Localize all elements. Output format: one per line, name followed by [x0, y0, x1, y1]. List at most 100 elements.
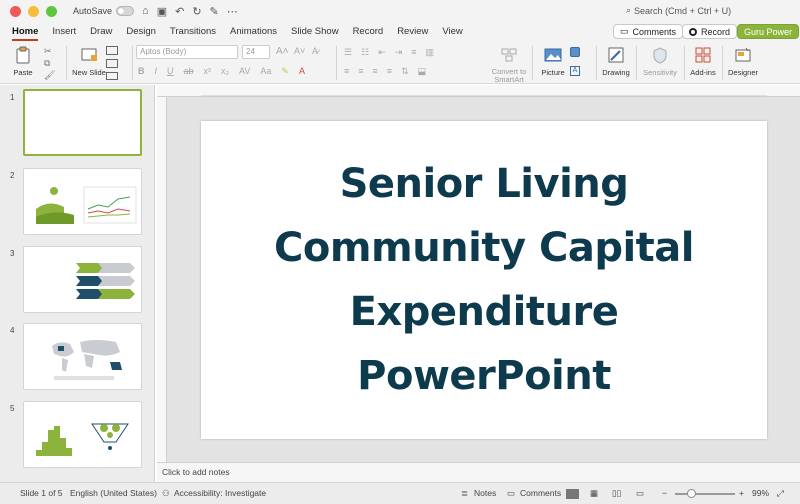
- zoom-slider-handle[interactable]: [687, 489, 696, 498]
- section-icon[interactable]: [106, 72, 118, 80]
- clipboard-icon: [16, 46, 30, 64]
- guru-power-button[interactable]: Guru Power: [737, 24, 800, 39]
- tab-home[interactable]: Home: [12, 22, 39, 42]
- slide-thumbnail-4[interactable]: [23, 323, 142, 390]
- guru-power-label: Guru Power: [744, 26, 793, 37]
- autosave-toggle[interactable]: [116, 6, 135, 16]
- paragraph-row-top: ☰ ☷ ⇤ ⇥ ≡ ▥: [344, 47, 434, 58]
- home-icon[interactable]: ⌂: [142, 5, 149, 18]
- align-text-icon[interactable]: ⬓: [418, 66, 427, 77]
- strikethrough-icon[interactable]: ab: [184, 66, 194, 77]
- highlight-icon[interactable]: ✎: [281, 66, 289, 77]
- tab-slide-show[interactable]: Slide Show: [291, 22, 339, 42]
- superscript-icon[interactable]: x²: [204, 66, 212, 77]
- justify-icon[interactable]: ≡: [387, 66, 392, 77]
- clear-format-icon[interactable]: A̷: [312, 46, 318, 56]
- normal-view-button[interactable]: [566, 489, 579, 499]
- paste-label: Paste: [13, 68, 33, 77]
- change-case-icon[interactable]: Aa: [260, 66, 271, 77]
- columns-icon[interactable]: ▥: [426, 47, 435, 58]
- record-button[interactable]: Record: [682, 24, 738, 39]
- align-left-icon[interactable]: ≡: [344, 66, 349, 77]
- copy-icon[interactable]: ⧉: [44, 58, 50, 69]
- layout-icon[interactable]: [106, 46, 118, 55]
- font-name-select[interactable]: Aptos (Body): [136, 45, 238, 59]
- format-painter-icon[interactable]: ✎: [210, 5, 219, 18]
- designer-button[interactable]: Designer: [726, 44, 760, 77]
- text-direction-icon[interactable]: ⇅: [401, 66, 409, 77]
- numbering-icon[interactable]: ☷: [361, 47, 369, 58]
- zoom-level[interactable]: 99%: [752, 488, 769, 498]
- slide-thumbnail-5[interactable]: [23, 401, 142, 468]
- slide-title[interactable]: Senior Living Community Capital Expendit…: [201, 152, 767, 408]
- tab-insert[interactable]: Insert: [52, 22, 76, 42]
- italic-icon[interactable]: I: [155, 66, 158, 77]
- tab-record[interactable]: Record: [353, 22, 384, 42]
- current-slide[interactable]: Senior Living Community Capital Expendit…: [201, 121, 767, 439]
- more-icon[interactable]: ⋯: [227, 5, 238, 18]
- vertical-ruler[interactable]: [157, 97, 167, 462]
- close-window-button[interactable]: [10, 5, 21, 17]
- slide-title-line: Expenditure: [349, 289, 619, 335]
- align-center-icon[interactable]: ≡: [358, 66, 363, 77]
- slide-sorter-icon[interactable]: ▦: [590, 488, 598, 499]
- slide-thumbnail-3[interactable]: [23, 246, 142, 313]
- bullets-icon[interactable]: ☰: [344, 47, 352, 58]
- notes-pane[interactable]: Click to add notes: [157, 462, 800, 482]
- slide-thumbnail-pane[interactable]: 1 2 3 4 5: [0, 85, 155, 482]
- align-right-icon[interactable]: ≡: [373, 66, 378, 77]
- tab-transitions[interactable]: Transitions: [170, 22, 216, 42]
- redo-icon[interactable]: ↻: [192, 5, 201, 18]
- undo-icon[interactable]: ↶: [175, 5, 184, 18]
- save-icon[interactable]: ▣: [157, 5, 167, 18]
- slide-thumbnail-1[interactable]: [23, 89, 142, 156]
- char-spacing-icon[interactable]: AV: [239, 66, 250, 77]
- slide-title-line: Senior Living: [339, 161, 629, 207]
- accessibility-status[interactable]: Accessibility: Investigate: [174, 488, 266, 498]
- decrease-indent-icon[interactable]: ⇤: [378, 47, 386, 58]
- drawing-button[interactable]: Drawing: [599, 44, 633, 77]
- sensitivity-button[interactable]: Sensitivity: [640, 44, 680, 77]
- cut-icon[interactable]: ✂: [44, 46, 52, 57]
- shapes-icon[interactable]: [570, 47, 580, 57]
- font-size-select[interactable]: 24: [242, 45, 270, 59]
- font-color-icon[interactable]: A: [299, 66, 305, 77]
- fit-to-window-icon[interactable]: ⤢: [777, 488, 784, 499]
- comments-button[interactable]: ▭ Comments: [613, 24, 684, 39]
- language-status[interactable]: English (United States): [70, 488, 157, 498]
- comments-icon: ▭: [507, 488, 516, 498]
- comments-toggle[interactable]: Comments: [520, 488, 561, 498]
- format-painter-icon[interactable]: 🖌: [44, 70, 55, 81]
- reading-view-icon[interactable]: ▯▯: [612, 488, 621, 499]
- zoom-slider[interactable]: [675, 493, 735, 495]
- increase-indent-icon[interactable]: ⇥: [395, 47, 403, 58]
- slide-thumbnail-2[interactable]: [23, 168, 142, 235]
- tab-review[interactable]: Review: [397, 22, 428, 42]
- ribbon-divider: [66, 46, 67, 80]
- textbox-icon[interactable]: A: [570, 66, 580, 76]
- notes-toggle[interactable]: Notes: [474, 488, 496, 498]
- add-ins-button[interactable]: Add-ins: [686, 44, 720, 77]
- shrink-font-icon[interactable]: A˅: [294, 46, 305, 56]
- minimize-window-button[interactable]: [28, 5, 39, 17]
- tab-view[interactable]: View: [442, 22, 462, 42]
- reset-icon[interactable]: [106, 59, 118, 68]
- slideshow-view-icon[interactable]: ▭: [636, 488, 644, 499]
- picture-button[interactable]: Picture: [536, 44, 570, 77]
- convert-smartart-button[interactable]: Convert to SmartArt: [490, 44, 528, 84]
- grow-font-icon[interactable]: A˄: [276, 46, 289, 57]
- horizontal-ruler[interactable]: [157, 85, 800, 97]
- tab-draw[interactable]: Draw: [90, 22, 112, 42]
- line-spacing-icon[interactable]: ≡: [411, 47, 416, 58]
- search-input[interactable]: ⌕ Search (Cmd + Ctrl + U): [626, 5, 731, 16]
- zoom-window-button[interactable]: [46, 5, 57, 17]
- tab-animations[interactable]: Animations: [230, 22, 277, 42]
- bold-icon[interactable]: B: [138, 66, 145, 77]
- zoom-out-icon[interactable]: −: [662, 488, 667, 498]
- underline-icon[interactable]: U: [167, 66, 174, 77]
- new-slide-button[interactable]: New Slide: [72, 44, 106, 77]
- tab-design[interactable]: Design: [126, 22, 156, 42]
- subscript-icon[interactable]: x₂: [221, 66, 229, 77]
- paste-button[interactable]: Paste: [6, 44, 40, 77]
- zoom-in-icon[interactable]: +: [739, 488, 744, 498]
